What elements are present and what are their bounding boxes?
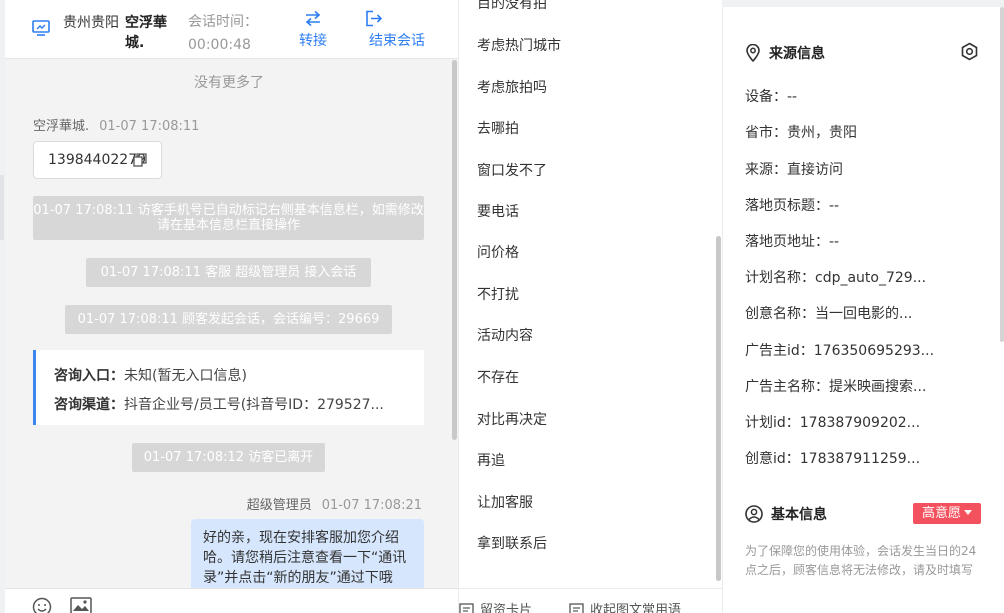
quick-reply-item[interactable]: 考虑热门城市: [477, 35, 561, 55]
quick-reply-item[interactable]: 活动内容: [477, 325, 533, 345]
copy-icon[interactable]: [133, 153, 147, 167]
card-icon: [569, 603, 584, 613]
info-row-source: 来源：直接访问: [745, 162, 843, 178]
quick-reply-item[interactable]: 对比再决定: [477, 409, 547, 429]
quick-reply-item[interactable]: 问价格: [477, 242, 519, 262]
info-row-plan-id: 计划id：178387909202...: [745, 415, 921, 431]
consult-entry-card: 咨询入口：未知(暂无入口信息) 咨询渠道：抖音企业号/员工号(抖音号ID：279…: [33, 350, 424, 425]
basic-info-label: 基本信息: [771, 507, 827, 523]
chat-panel: 贵州贵阳 空浮華城. 会话时间： 00:00:48 转接 结束会话 没有更多了: [5, 0, 458, 613]
chat-input-toolbar: [5, 588, 458, 613]
info-row-province-city: 省市：贵州，贵阳: [745, 125, 857, 141]
visitor-message-time: 01-07 17:08:11: [99, 119, 200, 134]
location-pin-icon: [746, 43, 760, 63]
transfer-label: 转接: [299, 33, 327, 49]
system-message: 01-07 17:08:12 访客已离开: [132, 443, 325, 472]
quick-reply-item[interactable]: 让加客服: [477, 492, 533, 512]
quick-reply-item[interactable]: 要电话: [477, 201, 519, 221]
quick-reply-item[interactable]: 再追: [477, 450, 505, 470]
edit-deadline-notice: 为了保障您的使用体验，会话发生当日的24点之后，顾客信息将无法修改，请及时填写: [745, 544, 977, 577]
source-info-label: 来源信息: [769, 46, 825, 62]
chat-header: 贵州贵阳 空浮華城. 会话时间： 00:00:48 转接 结束会话: [5, 0, 458, 59]
agent-message-time: 01-07 17:08:21: [321, 498, 422, 513]
consult-entry-value: 未知(暂无入口信息): [124, 368, 247, 384]
consult-entry-row: 咨询入口：未知(暂无入口信息): [54, 362, 424, 391]
intent-level-label: 高意愿: [921, 506, 961, 521]
lead-card-label: 留资卡片: [480, 603, 533, 613]
quick-replies-scrollbar[interactable]: [716, 236, 721, 581]
left-edge-strip: [0, 175, 4, 240]
source-info-title: 来源信息: [745, 43, 825, 63]
quick-reply-item[interactable]: 考虑旅拍吗: [477, 77, 547, 97]
end-session-label: 结束会话: [369, 33, 425, 49]
info-row-creative-name: 创意名称：当一回电影的...: [745, 306, 913, 322]
consult-channel-row: 咨询渠道：抖音企业号/员工号(抖音号ID：279527...: [54, 391, 424, 420]
agent-sender-name: 超级管理员: [246, 498, 312, 513]
info-row-landing-title: 落地页标题：--: [745, 198, 840, 214]
quick-reply-item[interactable]: 窗口发不了: [477, 160, 547, 180]
quick-reply-item[interactable]: 目的没有拍: [477, 0, 547, 13]
quick-replies-panel: 目的没有拍 考虑热门城市 考虑旅拍吗 去哪拍 窗口发不了 要电话 问价格 不打扰…: [458, 0, 722, 613]
collapse-phrases-button[interactable]: 收起图文常用语: [569, 599, 681, 613]
collapse-phrases-label: 收起图文常用语: [590, 603, 682, 613]
visitor-sender-name: 空浮華城.: [33, 119, 90, 134]
monitor-icon: [32, 20, 50, 36]
info-row-plan-name: 计划名称：cdp_auto_729...: [745, 270, 927, 286]
info-row-device: 设备：--: [745, 89, 798, 105]
visitor-phone-message: 13984402279: [33, 141, 162, 179]
quick-reply-item[interactable]: 拿到联系后: [477, 533, 547, 553]
visitor-name: 空浮華城.: [125, 15, 167, 51]
end-session-button[interactable]: 结束会话: [362, 10, 432, 50]
visitor-message-meta: 空浮華城. 01-07 17:08:11: [33, 115, 199, 134]
consult-channel-label: 咨询渠道：: [54, 397, 124, 413]
system-message: 01-07 17:08:11 访客手机号已自动标记右侧基本信息栏，如需修改请在基…: [33, 196, 424, 240]
transfer-icon: [305, 10, 321, 27]
emoji-icon[interactable]: [32, 597, 52, 613]
quick-reply-item[interactable]: 不打扰: [477, 284, 519, 304]
quick-reply-item[interactable]: 不存在: [477, 367, 519, 387]
intent-level-dropdown[interactable]: 高意愿: [913, 503, 981, 524]
lead-card-button[interactable]: 留资卡片: [459, 599, 532, 613]
exit-icon: [366, 10, 383, 27]
system-message: 01-07 17:08:11 客服 超级管理员 接入会话: [86, 258, 371, 287]
quick-replies-footer: 留资卡片 收起图文常用语: [459, 588, 722, 613]
info-row-creative-id: 创意id：178387911259...: [745, 451, 921, 467]
visitor-info-panel: 来源信息 设备：-- 省市：贵州，贵阳 来源：直接访问 落地页标题：-- 落地页…: [722, 7, 1004, 613]
agent-message-meta: 超级管理员 01-07 17:08:21: [247, 494, 422, 513]
info-scrollbar[interactable]: [1000, 7, 1004, 342]
visitor-location: 贵州贵阳: [63, 15, 119, 31]
caret-down-icon: [964, 510, 972, 515]
no-more-history: 没有更多了: [194, 75, 264, 91]
consult-entry-label: 咨询入口：: [54, 368, 124, 384]
visitor-phone-text: 13984402279: [48, 152, 146, 168]
session-time-value: 00:00:48: [188, 37, 251, 53]
settings-icon[interactable]: [960, 42, 979, 61]
customer-service-workspace: 贵州贵阳 空浮華城. 会话时间： 00:00:48 转接 结束会话 没有更多了: [0, 0, 1004, 613]
system-message: 01-07 17:08:11 顾客发起会话，会话编号：29669: [65, 305, 392, 334]
consult-channel-value: 抖音企业号/员工号(抖音号ID：279527...: [124, 397, 384, 413]
info-row-advertiser-id: 广告主id：176350695293...: [745, 343, 935, 359]
image-icon[interactable]: [70, 597, 92, 613]
chat-scrollbar[interactable]: [452, 60, 457, 440]
info-row-advertiser-name: 广告主名称：提米映画搜索...: [745, 379, 927, 395]
quick-reply-item[interactable]: 去哪拍: [477, 118, 519, 138]
card-icon: [459, 603, 474, 613]
info-row-landing-url: 落地页地址：--: [745, 234, 840, 250]
session-time-label: 会话时间：: [188, 14, 258, 30]
basic-info-title: 基本信息: [745, 504, 827, 524]
user-circle-icon: [745, 505, 763, 523]
transfer-button[interactable]: 转接: [295, 10, 331, 50]
